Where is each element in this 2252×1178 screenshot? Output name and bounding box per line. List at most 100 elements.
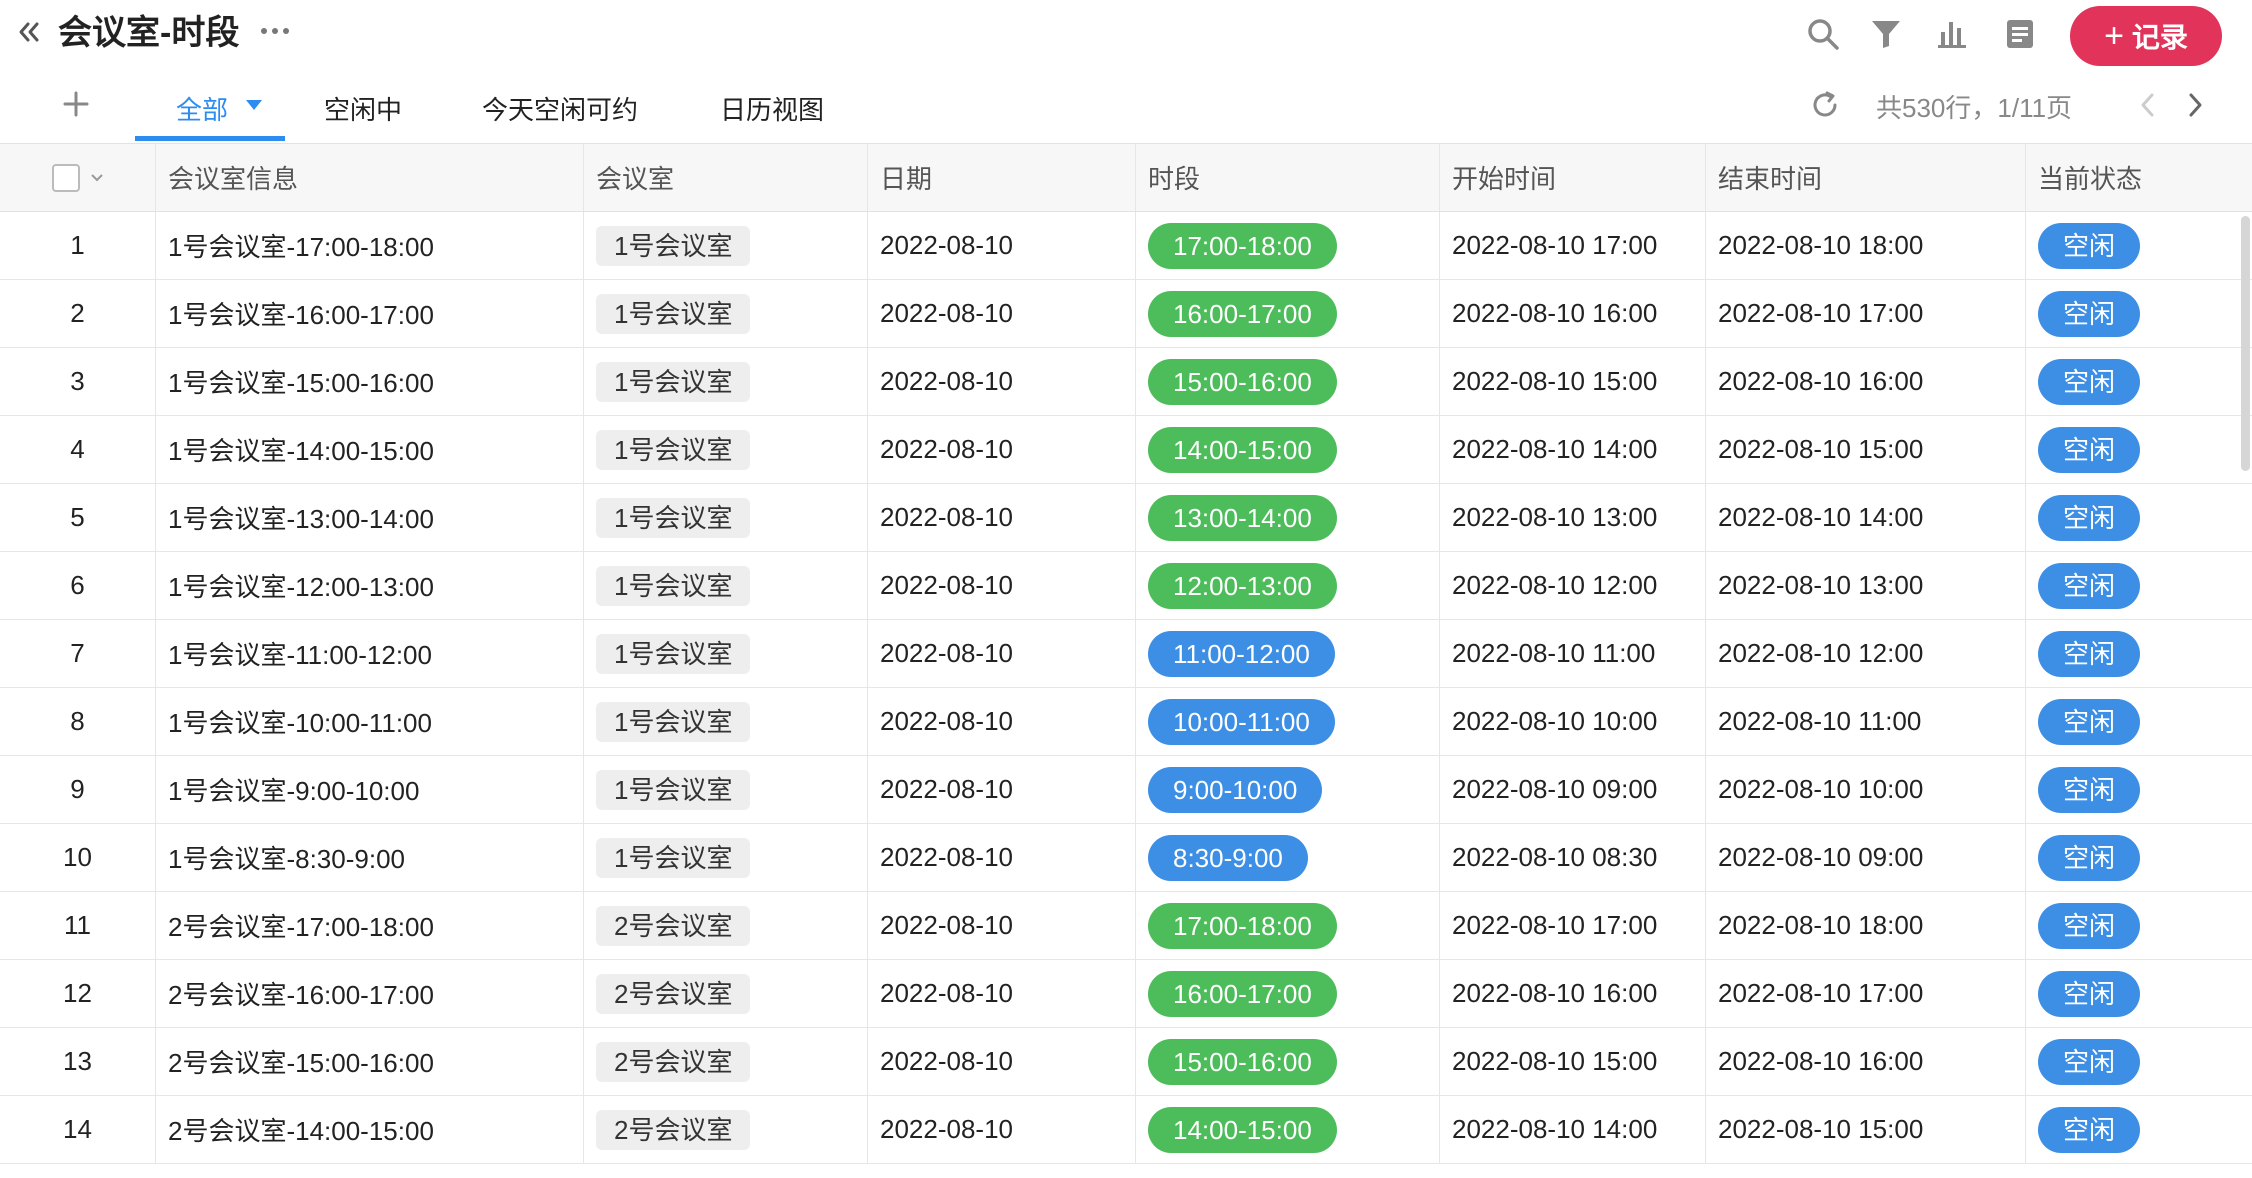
cell-slot[interactable]: 16:00-17:00	[1136, 960, 1440, 1027]
vertical-scrollbar[interactable]	[2241, 216, 2250, 471]
cell-info[interactable]: 1号会议室-9:00-10:00	[156, 756, 584, 823]
column-header-start[interactable]: 开始时间	[1440, 144, 1706, 211]
cell-start[interactable]: 2022-08-10 15:00	[1440, 1028, 1706, 1095]
cell-start[interactable]: 2022-08-10 10:00	[1440, 688, 1706, 755]
cell-room[interactable]: 2号会议室	[584, 960, 868, 1027]
cell-date[interactable]: 2022-08-10	[868, 1096, 1136, 1163]
cell-status[interactable]: 空闲	[2026, 280, 2252, 347]
table-row[interactable]: 12 2号会议室-16:00-17:00 2号会议室 2022-08-10 16:00-…	[0, 960, 2252, 1028]
cell-start[interactable]: 2022-08-10 14:00	[1440, 416, 1706, 483]
filter-icon[interactable]	[1868, 16, 1904, 52]
cell-slot[interactable]: 12:00-13:00	[1136, 552, 1440, 619]
table-row[interactable]: 10 1号会议室-8:30-9:00 1号会议室 2022-08-10 8:30-9:0…	[0, 824, 2252, 892]
cell-slot[interactable]: 16:00-17:00	[1136, 280, 1440, 347]
cell-date[interactable]: 2022-08-10	[868, 280, 1136, 347]
cell-room[interactable]: 1号会议室	[584, 280, 868, 347]
column-header-date[interactable]: 日期	[868, 144, 1136, 211]
cell-status[interactable]: 空闲	[2026, 416, 2252, 483]
table-row[interactable]: 6 1号会议室-12:00-13:00 1号会议室 2022-08-10 12:00-1…	[0, 552, 2252, 620]
cell-room[interactable]: 1号会议室	[584, 348, 868, 415]
cell-end[interactable]: 2022-08-10 15:00	[1706, 416, 2026, 483]
cell-room[interactable]: 1号会议室	[584, 416, 868, 483]
cell-end[interactable]: 2022-08-10 14:00	[1706, 484, 2026, 551]
document-icon[interactable]	[2002, 16, 2038, 52]
cell-start[interactable]: 2022-08-10 15:00	[1440, 348, 1706, 415]
table-row[interactable]: 13 2号会议室-15:00-16:00 2号会议室 2022-08-10 15:00-…	[0, 1028, 2252, 1096]
cell-date[interactable]: 2022-08-10	[868, 212, 1136, 279]
cell-start[interactable]: 2022-08-10 08:30	[1440, 824, 1706, 891]
more-dots-icon[interactable]	[258, 14, 292, 48]
add-view-icon[interactable]	[58, 86, 94, 122]
cell-info[interactable]: 2号会议室-16:00-17:00	[156, 960, 584, 1027]
cell-date[interactable]: 2022-08-10	[868, 552, 1136, 619]
cell-status[interactable]: 空闲	[2026, 824, 2252, 891]
cell-room[interactable]: 1号会议室	[584, 484, 868, 551]
column-header-info[interactable]: 会议室信息	[156, 144, 584, 211]
table-row[interactable]: 7 1号会议室-11:00-12:00 1号会议室 2022-08-10 11:00-1…	[0, 620, 2252, 688]
cell-date[interactable]: 2022-08-10	[868, 688, 1136, 755]
cell-status[interactable]: 空闲	[2026, 620, 2252, 687]
tab-idle[interactable]: 空闲中	[318, 82, 408, 134]
cell-start[interactable]: 2022-08-10 17:00	[1440, 212, 1706, 279]
cell-room[interactable]: 1号会议室	[584, 620, 868, 687]
column-header-room[interactable]: 会议室	[584, 144, 868, 211]
cell-end[interactable]: 2022-08-10 16:00	[1706, 1028, 2026, 1095]
table-row[interactable]: 11 2号会议室-17:00-18:00 2号会议室 2022-08-10 17:00-…	[0, 892, 2252, 960]
table-row[interactable]: 9 1号会议室-9:00-10:00 1号会议室 2022-08-10 9:00-10:…	[0, 756, 2252, 824]
cell-slot[interactable]: 10:00-11:00	[1136, 688, 1440, 755]
table-row[interactable]: 1 1号会议室-17:00-18:00 1号会议室 2022-08-10 17:00-1…	[0, 212, 2252, 280]
cell-start[interactable]: 2022-08-10 09:00	[1440, 756, 1706, 823]
cell-info[interactable]: 1号会议室-14:00-15:00	[156, 416, 584, 483]
cell-info[interactable]: 1号会议室-11:00-12:00	[156, 620, 584, 687]
cell-start[interactable]: 2022-08-10 16:00	[1440, 960, 1706, 1027]
cell-end[interactable]: 2022-08-10 15:00	[1706, 1096, 2026, 1163]
tab-calendar-view[interactable]: 日历视图	[716, 82, 828, 134]
cell-end[interactable]: 2022-08-10 09:00	[1706, 824, 2026, 891]
cell-status[interactable]: 空闲	[2026, 348, 2252, 415]
cell-room[interactable]: 1号会议室	[584, 552, 868, 619]
cell-date[interactable]: 2022-08-10	[868, 892, 1136, 959]
column-header-slot[interactable]: 时段	[1136, 144, 1440, 211]
cell-status[interactable]: 空闲	[2026, 212, 2252, 279]
cell-end[interactable]: 2022-08-10 12:00	[1706, 620, 2026, 687]
cell-end[interactable]: 2022-08-10 18:00	[1706, 212, 2026, 279]
cell-date[interactable]: 2022-08-10	[868, 348, 1136, 415]
cell-info[interactable]: 1号会议室-13:00-14:00	[156, 484, 584, 551]
cell-room[interactable]: 1号会议室	[584, 212, 868, 279]
cell-end[interactable]: 2022-08-10 18:00	[1706, 892, 2026, 959]
cell-status[interactable]: 空闲	[2026, 1028, 2252, 1095]
cell-slot[interactable]: 14:00-15:00	[1136, 416, 1440, 483]
cell-slot[interactable]: 8:30-9:00	[1136, 824, 1440, 891]
cell-status[interactable]: 空闲	[2026, 688, 2252, 755]
cell-info[interactable]: 1号会议室-12:00-13:00	[156, 552, 584, 619]
cell-slot[interactable]: 9:00-10:00	[1136, 756, 1440, 823]
cell-status[interactable]: 空闲	[2026, 484, 2252, 551]
cell-start[interactable]: 2022-08-10 11:00	[1440, 620, 1706, 687]
cell-date[interactable]: 2022-08-10	[868, 620, 1136, 687]
column-header-end[interactable]: 结束时间	[1706, 144, 2026, 211]
cell-room[interactable]: 2号会议室	[584, 1028, 868, 1095]
caret-down-icon[interactable]	[246, 100, 262, 110]
cell-status[interactable]: 空闲	[2026, 756, 2252, 823]
double-chevron-left-icon[interactable]	[16, 18, 42, 46]
chevron-down-icon[interactable]	[90, 171, 104, 185]
cell-end[interactable]: 2022-08-10 17:00	[1706, 280, 2026, 347]
cell-room[interactable]: 2号会议室	[584, 1096, 868, 1163]
cell-start[interactable]: 2022-08-10 17:00	[1440, 892, 1706, 959]
cell-status[interactable]: 空闲	[2026, 892, 2252, 959]
cell-room[interactable]: 1号会议室	[584, 688, 868, 755]
cell-start[interactable]: 2022-08-10 16:00	[1440, 280, 1706, 347]
table-row[interactable]: 5 1号会议室-13:00-14:00 1号会议室 2022-08-10 13:00-1…	[0, 484, 2252, 552]
cell-info[interactable]: 2号会议室-15:00-16:00	[156, 1028, 584, 1095]
cell-date[interactable]: 2022-08-10	[868, 824, 1136, 891]
cell-info[interactable]: 1号会议室-15:00-16:00	[156, 348, 584, 415]
cell-info[interactable]: 1号会议室-10:00-11:00	[156, 688, 584, 755]
cell-start[interactable]: 2022-08-10 13:00	[1440, 484, 1706, 551]
cell-date[interactable]: 2022-08-10	[868, 484, 1136, 551]
refresh-icon[interactable]	[1808, 88, 1842, 122]
cell-status[interactable]: 空闲	[2026, 1096, 2252, 1163]
column-header-status[interactable]: 当前状态	[2026, 144, 2252, 211]
cell-slot[interactable]: 17:00-18:00	[1136, 212, 1440, 279]
search-icon[interactable]	[1805, 16, 1841, 52]
cell-room[interactable]: 1号会议室	[584, 756, 868, 823]
